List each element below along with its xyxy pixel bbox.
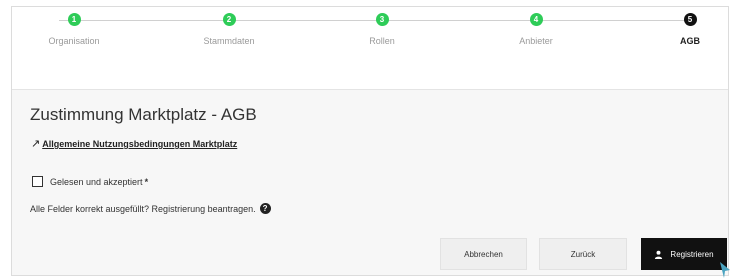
back-button[interactable]: Zurück: [539, 238, 627, 270]
register-button[interactable]: Registrieren: [641, 238, 727, 270]
step-rollen[interactable]: 3 Rollen: [332, 13, 432, 46]
back-button-label: Zurück: [570, 249, 596, 259]
step-label: Organisation: [48, 36, 100, 46]
stepper: 1 Organisation 2 Stammdaten 3 Rollen 4 A…: [12, 7, 728, 90]
external-link-icon: ↗: [31, 138, 41, 150]
step-label: Rollen: [369, 36, 395, 46]
step-anbieter[interactable]: 4 Anbieter: [486, 13, 586, 46]
cancel-button[interactable]: Abbrechen: [440, 238, 527, 270]
register-button-label: Registrieren: [670, 249, 714, 259]
cancel-button-label: Abbrechen: [464, 249, 503, 259]
user-icon: [655, 250, 663, 259]
step-organisation[interactable]: 1 Organisation: [24, 13, 124, 46]
step-check-icon: 1: [67, 13, 81, 26]
accept-terms-label[interactable]: Gelesen und akzeptiert: [50, 177, 143, 187]
step-check-icon: 3: [375, 13, 389, 26]
help-icon[interactable]: ?: [259, 203, 271, 214]
required-marker: *: [144, 176, 149, 187]
step-number-icon: 5: [683, 13, 697, 26]
submit-hint-text: Alle Felder korrekt ausgefüllt? Registri…: [30, 203, 256, 214]
page-title: Zustimmung Marktplatz - AGB: [30, 105, 257, 124]
step-check-icon: 4: [529, 13, 543, 26]
step-check-icon: 2: [222, 13, 236, 26]
accept-terms-checkbox[interactable]: [32, 176, 43, 187]
step-agb[interactable]: 5 AGB: [640, 13, 731, 46]
step-label: Anbieter: [519, 36, 553, 46]
terms-link[interactable]: ↗ Allgemeine Nutzungsbedingungen Marktpla…: [31, 137, 237, 150]
accept-terms-row: Gelesen und akzeptiert *: [32, 176, 148, 187]
mouse-cursor-icon: [720, 262, 730, 278]
step-label: AGB: [680, 36, 700, 46]
terms-link-label: Allgemeine Nutzungsbedingungen Marktplat…: [42, 139, 238, 149]
submit-hint: Alle Felder korrekt ausgefüllt? Registri…: [30, 203, 271, 214]
step-stammdaten[interactable]: 2 Stammdaten: [179, 13, 279, 46]
step-label: Stammdaten: [203, 36, 255, 46]
registration-wizard: 1 Organisation 2 Stammdaten 3 Rollen 4 A…: [11, 6, 729, 276]
